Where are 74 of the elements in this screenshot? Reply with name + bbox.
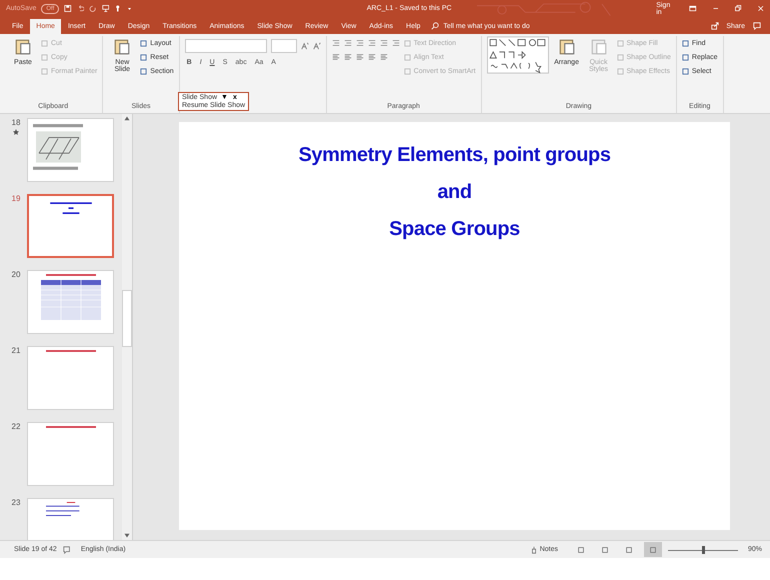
touch-icon[interactable] [114, 4, 122, 13]
slide-thumbnail[interactable] [27, 346, 114, 410]
share-icon [711, 22, 720, 30]
paragraph-icon[interactable] [344, 39, 352, 47]
slide-title-text: Space Groups [389, 218, 520, 241]
slide-number: 23 [12, 498, 20, 507]
square-icon [682, 54, 689, 61]
table-drawing [40, 280, 100, 320]
square-icon [616, 68, 624, 75]
align-icon[interactable] [344, 53, 352, 61]
shapes-gallery[interactable] [486, 36, 549, 74]
save-icon[interactable] [64, 4, 72, 13]
square-icon [682, 40, 689, 47]
square-icon [682, 68, 689, 75]
paragraph-icon[interactable] [356, 39, 364, 47]
zoom-slider-thumb[interactable] [702, 546, 705, 554]
slide-number: 20 [12, 270, 20, 279]
square-icon [41, 68, 48, 75]
view-icon [600, 546, 609, 554]
undo-icon[interactable] [76, 4, 84, 13]
presentation-icon[interactable] [102, 4, 110, 13]
redo-icon[interactable] [89, 4, 97, 13]
square-icon [404, 40, 411, 47]
square-icon [404, 68, 411, 75]
document-icon [590, 38, 608, 56]
square-icon [404, 54, 411, 61]
view-icon [624, 546, 633, 554]
paragraph-icon[interactable] [368, 39, 376, 47]
search-icon [431, 22, 440, 30]
grow-font-icon[interactable] [300, 42, 309, 50]
document-icon [113, 38, 132, 56]
slide-title-text: Symmetry Elements, point groups [298, 144, 611, 167]
square-icon [140, 40, 148, 47]
restore-icon[interactable] [734, 4, 742, 13]
align-icon[interactable] [356, 53, 364, 61]
close-icon[interactable] [756, 4, 764, 13]
square-icon [140, 68, 148, 75]
view-icon [576, 546, 585, 554]
slide-thumbnail[interactable] [27, 118, 114, 182]
slide-number: 22 [12, 422, 20, 431]
document-icon [14, 38, 32, 56]
paragraph-icon[interactable] [392, 39, 400, 47]
comment-icon[interactable] [753, 22, 761, 30]
square-icon [41, 40, 48, 47]
shrink-font-icon[interactable] [312, 42, 321, 50]
zoom-slider[interactable] [668, 544, 738, 554]
square-icon [41, 54, 48, 61]
paragraph-icon[interactable] [332, 39, 340, 47]
slide-thumbnail[interactable] [27, 194, 114, 258]
slide-number: 18 [12, 118, 20, 127]
heading-line-drawing [46, 274, 96, 276]
slide-number: 19 [12, 194, 20, 203]
slide-canvas[interactable]: Symmetry Elements, point groups and Space Groups [179, 122, 730, 530]
ribbon-display-icon[interactable] [689, 4, 697, 13]
scroll-thumb[interactable] [122, 290, 132, 347]
slide-thumbnail[interactable] [27, 270, 114, 334]
scrollbar[interactable] [122, 114, 132, 540]
view-icon [648, 546, 657, 554]
slide-number: 21 [12, 346, 20, 355]
align-icon[interactable] [380, 53, 388, 61]
view-button[interactable] [644, 542, 662, 557]
square-icon [616, 54, 624, 61]
square-icon [140, 54, 148, 61]
square-icon [616, 40, 624, 47]
align-icon[interactable] [332, 53, 340, 61]
spelling-icon[interactable] [62, 546, 71, 554]
heading-line-drawing [46, 426, 96, 428]
heading-line-drawing [46, 350, 96, 352]
paragraph-icon[interactable] [380, 39, 388, 47]
notes-icon [530, 546, 538, 554]
align-icon[interactable] [368, 53, 376, 61]
slide-thumbnail[interactable] [27, 422, 114, 486]
slide-title-text: and [437, 181, 472, 204]
document-icon [558, 38, 576, 56]
